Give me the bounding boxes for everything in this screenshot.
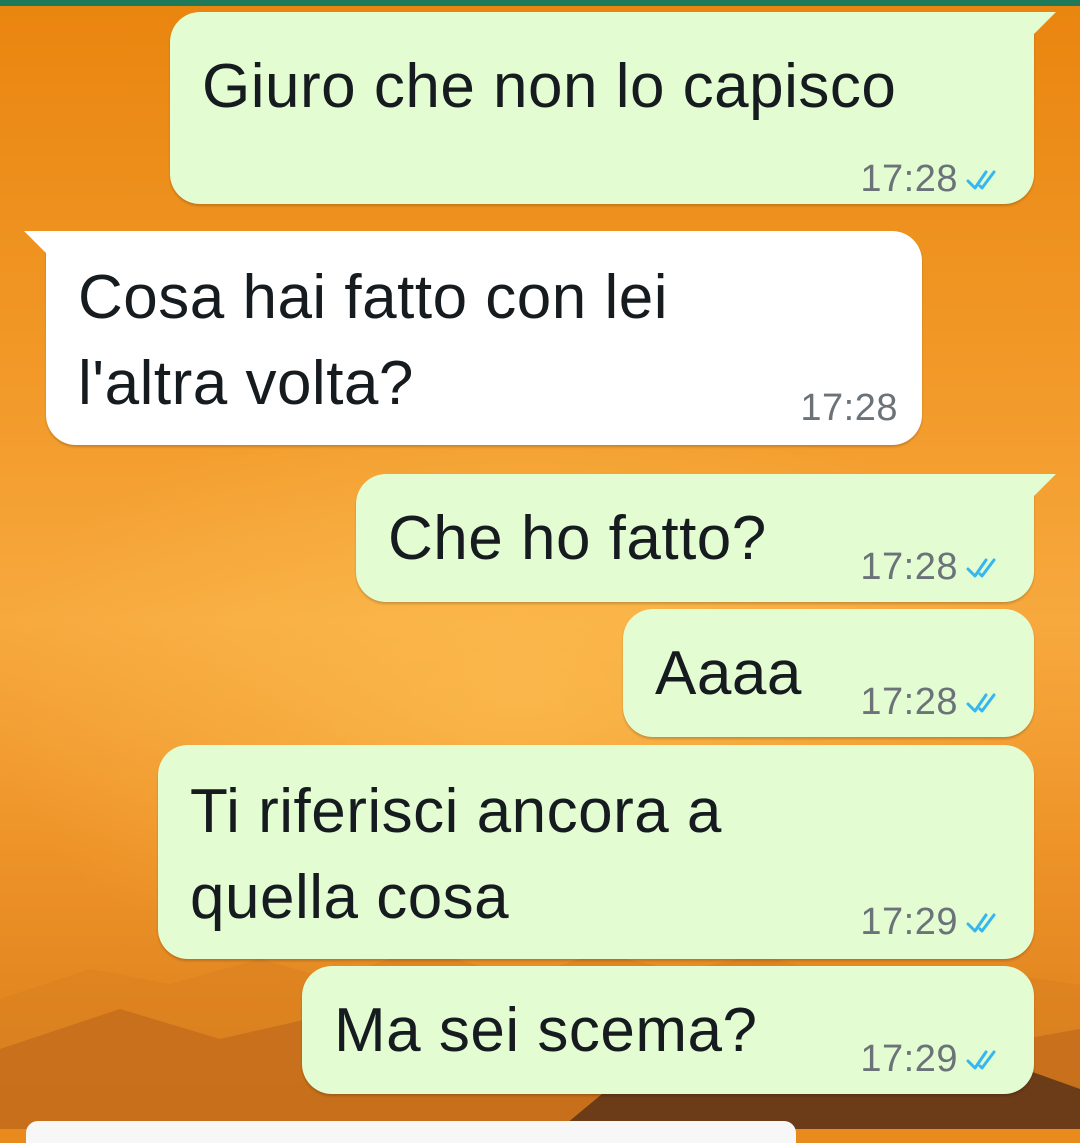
bubble-tail bbox=[24, 231, 50, 257]
message-time: 17:28 bbox=[860, 681, 958, 723]
message-bubble-outgoing[interactable]: Ma sei scema? 17:29 bbox=[302, 966, 1034, 1094]
message-text: Ma sei scema? bbox=[334, 996, 758, 1065]
message-meta: 17:28 bbox=[860, 546, 1006, 589]
message-bubble-outgoing[interactable]: Giuro che non lo capisco 17:28 bbox=[170, 12, 1056, 204]
message-bubble-outgoing[interactable]: Ti riferisci ancora a quella cosa 17:29 bbox=[158, 745, 1034, 959]
message-meta: 17:29 bbox=[860, 1038, 1006, 1081]
message-bubble-incoming[interactable]: Cosa hai fatto con lei l'altra volta? 17… bbox=[24, 231, 922, 445]
message-text: Che ho fatto? bbox=[388, 504, 767, 573]
message-text: Giuro che non lo capisco bbox=[202, 52, 897, 121]
message-text: Cosa hai fatto con lei l'altra volta? bbox=[78, 263, 669, 418]
message-time: 17:28 bbox=[860, 546, 958, 588]
bubble-tail bbox=[1030, 12, 1056, 38]
double-check-icon bbox=[966, 558, 996, 577]
message-meta: 17:29 bbox=[860, 901, 1006, 944]
message-time: 17:29 bbox=[860, 1038, 958, 1080]
message-bubble-outgoing[interactable]: Che ho fatto? 17:28 bbox=[356, 474, 1056, 602]
message-text: Aaaa bbox=[655, 639, 802, 708]
double-check-icon bbox=[966, 693, 996, 712]
partial-bubble-edge bbox=[26, 1121, 796, 1143]
message-time: 17:29 bbox=[860, 901, 958, 943]
message-meta: 17:28 bbox=[860, 681, 1006, 724]
bubble-tail bbox=[1030, 474, 1056, 500]
double-check-icon bbox=[966, 913, 996, 932]
message-time: 17:28 bbox=[860, 158, 958, 200]
message-bubble-outgoing[interactable]: Aaaa 17:28 bbox=[623, 609, 1034, 737]
message-list[interactable]: Giuro che non lo capisco 17:28 Cosa hai … bbox=[0, 0, 1080, 1143]
double-check-icon bbox=[966, 1050, 996, 1069]
message-text: Ti riferisci ancora a quella cosa bbox=[190, 777, 722, 932]
double-check-icon bbox=[966, 170, 996, 189]
message-meta: 17:28 bbox=[860, 158, 1006, 201]
message-meta: 17:28 bbox=[800, 387, 898, 430]
message-time: 17:28 bbox=[800, 387, 898, 429]
